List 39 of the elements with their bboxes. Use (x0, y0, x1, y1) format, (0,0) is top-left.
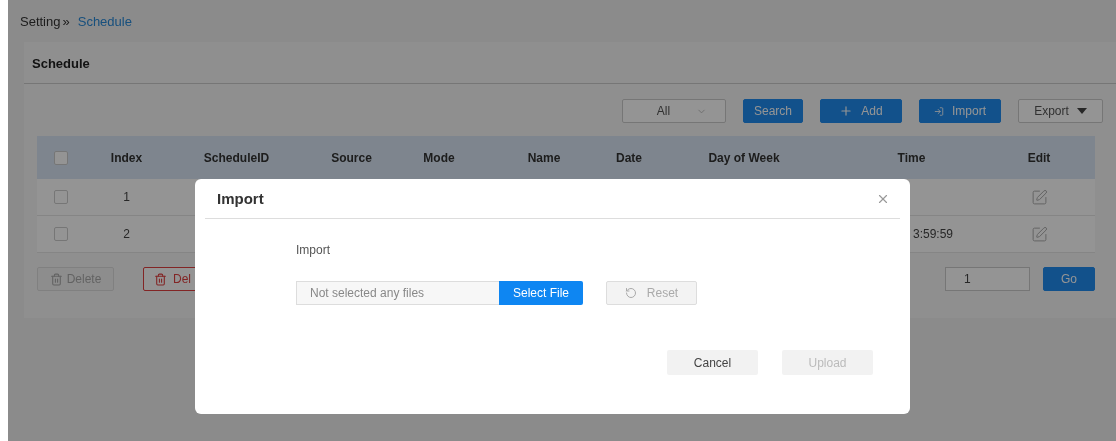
column-header: Source (330, 150, 373, 165)
go-button[interactable]: Go (1043, 267, 1095, 291)
trash-icon (49, 272, 63, 286)
column-header: Date (615, 150, 643, 165)
caret-down-icon (1076, 108, 1087, 114)
plus-icon (839, 104, 854, 118)
breadcrumb-separator: » (62, 13, 70, 29)
column-header: Name (526, 150, 562, 165)
table-cell-text: 1 (122, 190, 131, 204)
column-header: ScheduleID (202, 150, 271, 165)
column-header: Index (109, 150, 144, 165)
search-button[interactable]: Search (742, 99, 803, 123)
column-header: Time (896, 150, 927, 165)
breadcrumb-parent[interactable]: Setting (20, 13, 61, 29)
filter-select[interactable]: All (621, 99, 726, 123)
column-header: Edit (1026, 150, 1052, 165)
add-button[interactable]: Add (820, 99, 902, 123)
column-header: Day of Week (707, 150, 781, 165)
file-field[interactable]: Not selected any files (296, 281, 499, 305)
column-header: Mode (422, 150, 456, 165)
select-all-checkbox[interactable] (53, 150, 68, 165)
cancel-button[interactable]: Cancel (667, 350, 758, 375)
page-field[interactable]: 1 (945, 267, 1030, 291)
row-checkbox[interactable] (53, 227, 68, 241)
table-cell-text: 2 (122, 227, 131, 241)
table-cell-text: 3:59:59 (912, 227, 955, 241)
reset-icon (624, 287, 637, 299)
field-label: Import (296, 243, 331, 257)
trash-icon (154, 272, 167, 286)
edit-icon[interactable] (1030, 188, 1048, 206)
select-file-button[interactable]: Select File (499, 281, 583, 305)
edit-icon[interactable] (1030, 225, 1048, 243)
card-title: Schedule (24, 42, 1116, 84)
row-checkbox[interactable] (53, 190, 68, 204)
dialog-title: Import (217, 190, 264, 207)
breadcrumb-current: Schedule (77, 13, 132, 29)
export-button[interactable]: Export (1018, 99, 1103, 123)
import-icon (934, 104, 944, 118)
import-button[interactable]: Import (919, 99, 1001, 123)
